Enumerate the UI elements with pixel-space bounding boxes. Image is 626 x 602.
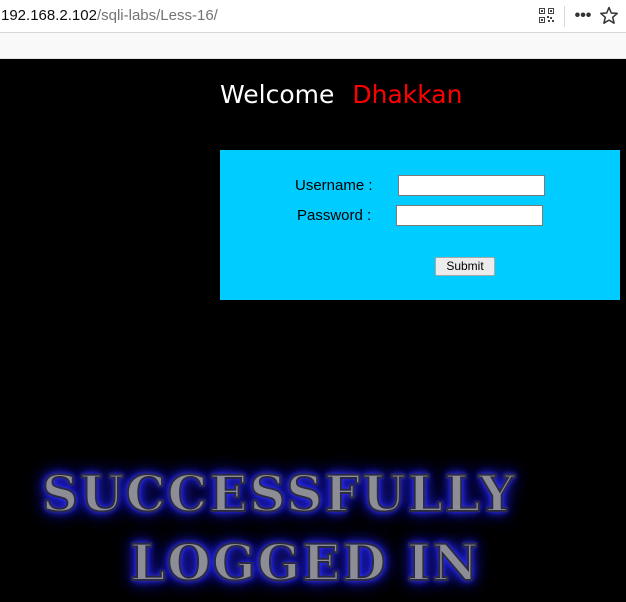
url-actions: ••• [526, 0, 626, 33]
qr-code-icon[interactable] [539, 8, 554, 23]
success-line-1: SUCCESSFULLY [41, 463, 517, 524]
welcome-text: Welcome [220, 80, 335, 109]
password-label: Password : [297, 207, 372, 224]
login-form: Username : Password : Submit [220, 150, 620, 300]
submit-button[interactable]: Submit [435, 257, 495, 276]
bookmarks-toolbar [0, 33, 626, 59]
url-host: 192.168.2.102 [1, 7, 97, 24]
bookmark-star-icon[interactable] [599, 5, 619, 27]
success-line-2: LOGGED IN [129, 532, 481, 593]
welcome-heading: Welcome Dhakkan [220, 80, 462, 109]
more-icon[interactable]: ••• [573, 7, 593, 25]
page-content: Welcome Dhakkan Username : Password : Sub… [0, 59, 626, 602]
password-input[interactable] [396, 205, 543, 226]
toolbar-divider [564, 6, 565, 27]
success-banner: SUCCESSFULLY LOGGED IN [0, 463, 626, 602]
url-bar[interactable]: 192.168.2.102/sqli-labs/Less-16/ ••• [0, 0, 626, 33]
url-path: /sqli-labs/Less-16/ [96, 7, 218, 24]
username-input[interactable] [398, 175, 545, 196]
username-label: Username : [295, 177, 373, 194]
url-text[interactable]: 192.168.2.102/sqli-labs/Less-16/ [1, 7, 218, 24]
welcome-name: Dhakkan [352, 80, 463, 109]
